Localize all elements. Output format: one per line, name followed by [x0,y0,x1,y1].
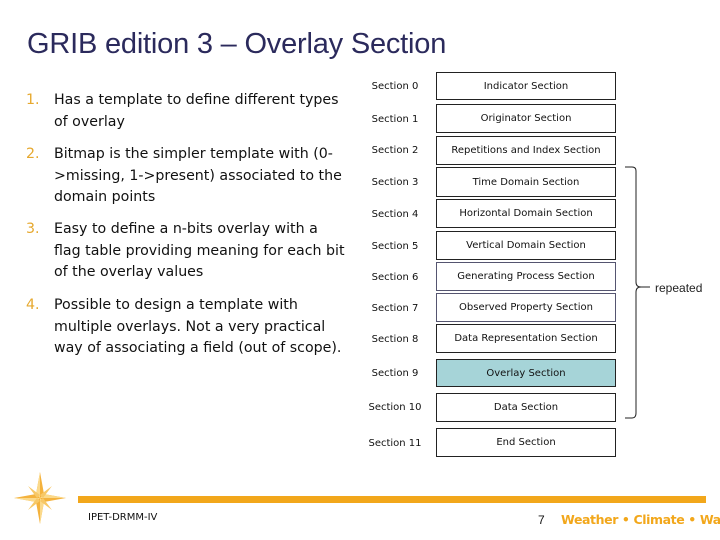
section-label: Section 7 [371,303,419,314]
section-box: Data Section [436,393,616,422]
section-label: Section 6 [371,272,419,283]
footer-tagline: Weather • Climate • Water [561,512,720,527]
bullet-text: Easy to define a n-bits overlay with a f… [54,221,345,280]
footer-event-label: IPET-DRMM-IV [88,512,158,523]
section-box: Generating Process Section [436,262,616,291]
slide-title: GRIB edition 3 – Overlay Section [27,28,447,60]
bullet-text: Has a template to define different types… [54,92,339,130]
section-label: Section 5 [371,241,419,252]
section-label: Section 4 [371,209,419,220]
repeat-brace-icon [625,166,650,419]
bullet-text: Possible to design a template with multi… [54,297,342,356]
overlay-section-box: Overlay Section [436,359,616,387]
section-label: Section 2 [371,145,419,156]
bullet-number: 1. [26,92,40,108]
section-box: Observed Property Section [436,293,616,322]
section-box: Indicator Section [436,72,616,100]
page-number: 7 [538,513,545,527]
footer-divider [78,496,706,503]
section-label: Section 10 [368,402,422,413]
section-label: Section 8 [371,334,419,345]
bullet-number: 4. [26,297,40,313]
section-box: Originator Section [436,104,616,133]
compass-star-icon [14,472,66,524]
bullet-number: 2. [26,146,40,162]
section-label: Section 3 [371,177,419,188]
section-label: Section 11 [368,438,422,449]
section-box: Vertical Domain Section [436,231,616,260]
section-label: Section 0 [371,81,419,92]
section-box: Time Domain Section [436,167,616,197]
section-box: Data Representation Section [436,324,616,353]
section-box: Horizontal Domain Section [436,199,616,228]
section-box: Repetitions and Index Section [436,136,616,165]
bullet-number: 3. [26,221,40,237]
repeated-label: repeated [655,281,703,295]
section-label: Section 9 [371,368,419,379]
section-box: End Section [436,428,616,457]
bullet-text: Bitmap is the simpler template with (0->… [54,146,342,205]
section-label: Section 1 [371,114,419,125]
